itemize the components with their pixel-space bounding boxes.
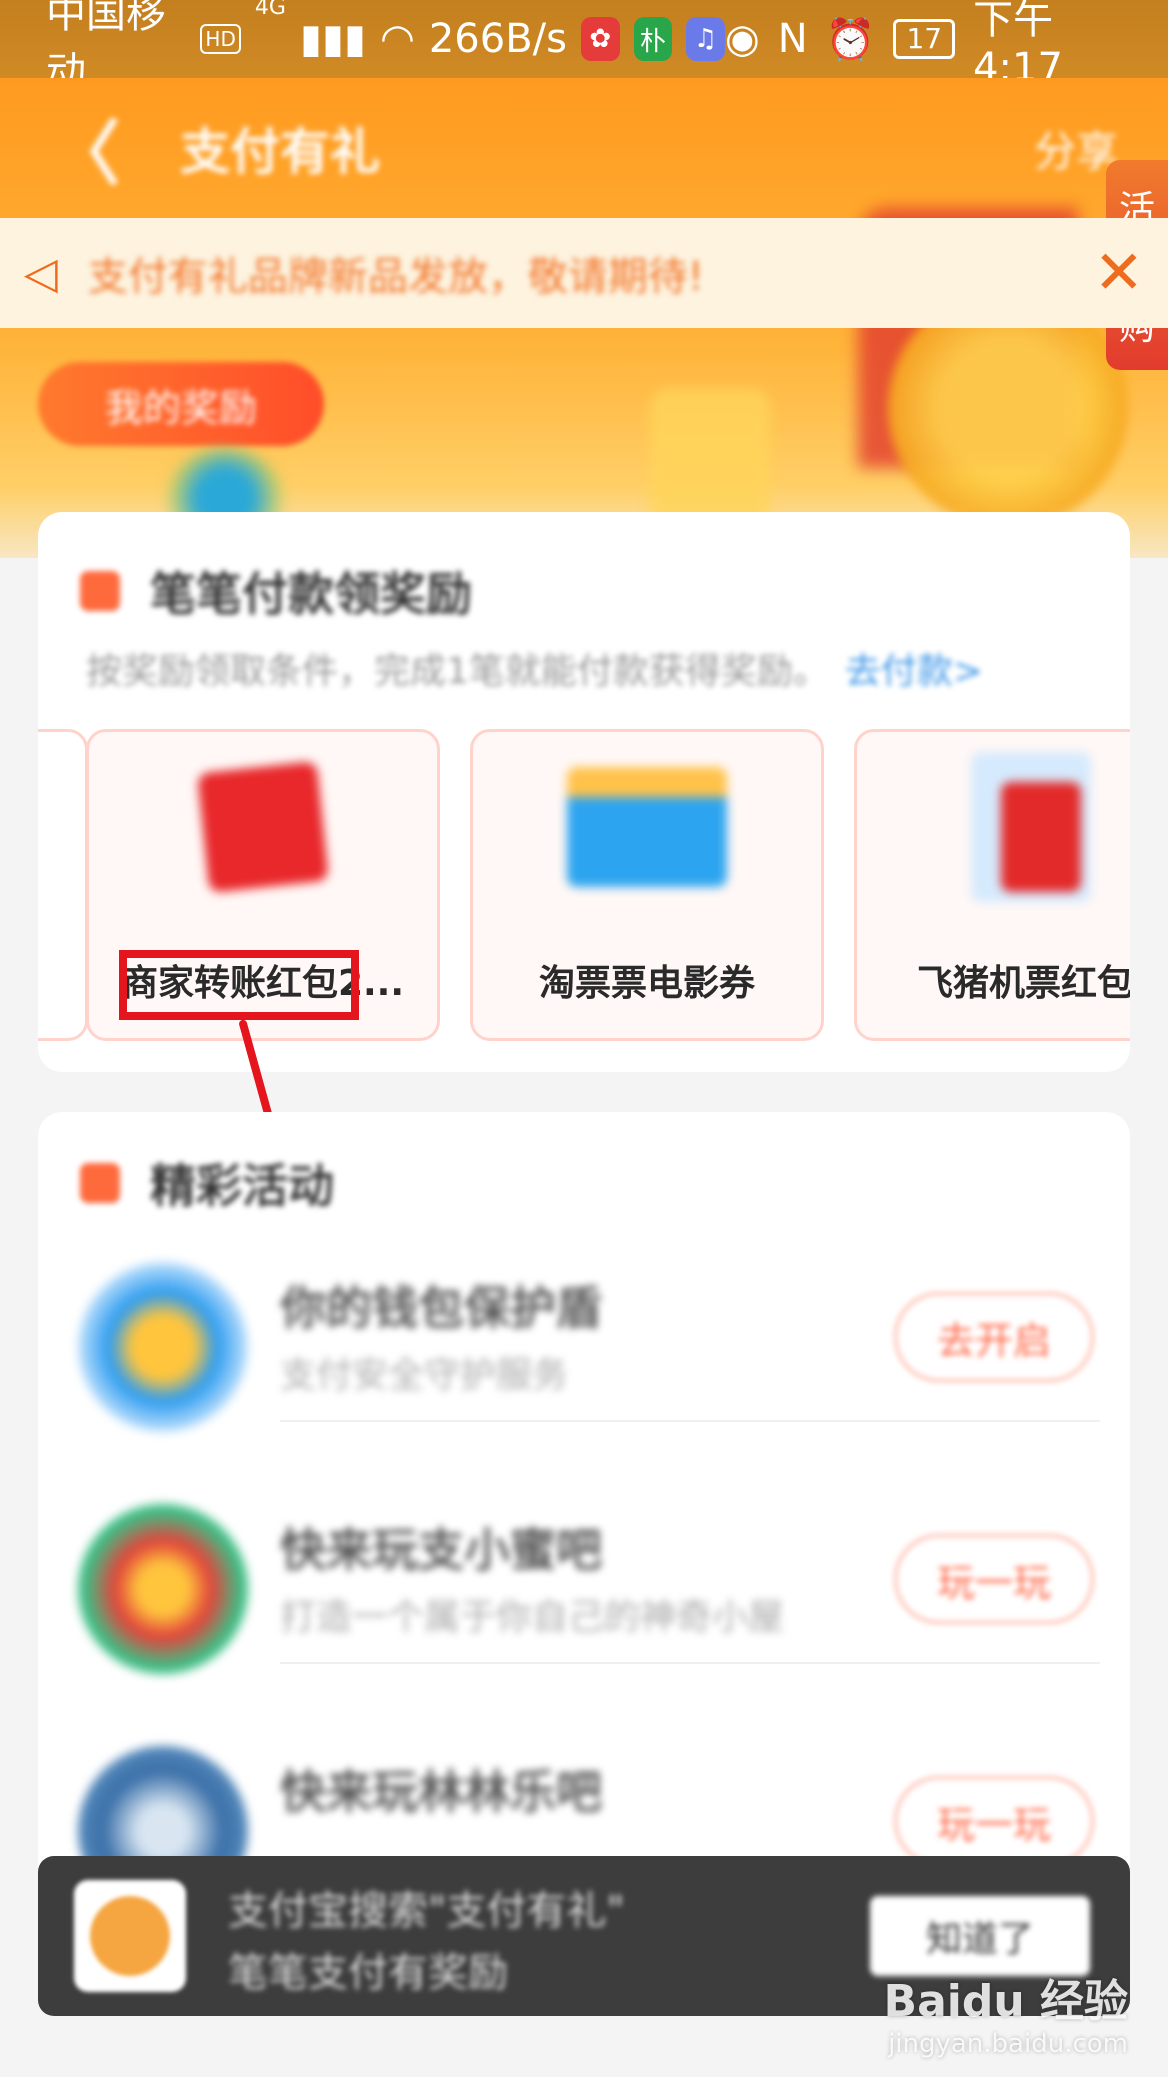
watermark: Baidu 经验 jingyan.baidu.com: [884, 1965, 1128, 2059]
share-button[interactable]: 分享: [1034, 118, 1118, 179]
reward-card-subtitle-text: 按奖励领取条件，完成1笔就能付款获得奖励。: [86, 651, 829, 692]
reward-card-title: 笔笔付款领奖励: [150, 567, 472, 621]
reward-item-label: 飞猪机票红包: [917, 963, 1130, 1004]
banner-cup-decoration: [650, 388, 770, 528]
toast-line-2: 笔笔支付有奖励: [228, 1950, 508, 1996]
toast-confirm-button[interactable]: 知道了: [870, 1896, 1090, 1976]
watermark-logo: Baidu 经验: [883, 1976, 1128, 2027]
activity-action-button[interactable]: 玩一玩: [894, 1534, 1094, 1624]
title-mark-icon: [80, 571, 120, 611]
nav-bar: 〈 支付有礼 分享: [0, 78, 1168, 218]
reward-card-header: 笔笔付款领奖励: [80, 558, 472, 624]
app-notification-icon: ✿: [580, 17, 620, 61]
alipay-gift-icon: [74, 1880, 186, 1992]
watermark-url: jingyan.baidu.com: [888, 2029, 1128, 2059]
annotation-highlight-box: [119, 950, 359, 1020]
activity-desc: 支付安全守护服务: [280, 1355, 569, 1396]
reward-item-label: 淘票票电影券: [538, 963, 755, 1004]
reward-card-subtitle: 按奖励领取条件，完成1笔就能付款获得奖励。 去付款>: [86, 642, 983, 694]
divider: [280, 1420, 1100, 1422]
reward-item[interactable]: 淘票票电影券: [470, 729, 824, 1041]
battery-indicator: 17: [893, 19, 956, 59]
alarm-icon: ⏰: [825, 16, 876, 63]
activity-card: 精彩活动 你的钱包保护盾 支付安全守护服务 去开启 快来玩支小蜜吧 打造一个属于…: [38, 1112, 1130, 1916]
activity-title: 你的钱包保护盾: [280, 1281, 602, 1335]
activity-card-header: 精彩活动: [80, 1150, 334, 1216]
eye-icon: ◉: [724, 16, 760, 62]
wifi-icon: ◠: [379, 16, 415, 62]
title-mark-icon: [80, 1163, 120, 1203]
activity-title: 快来玩支小蜜吧: [280, 1523, 602, 1577]
net-speed: 266B/s: [428, 16, 567, 62]
speaker-icon: ◁: [24, 247, 58, 299]
app-notification-icon: 朴: [633, 17, 673, 61]
divider: [280, 1662, 1100, 1664]
activity-action-button[interactable]: 玩一玩: [894, 1776, 1094, 1866]
wallet-shield-icon: [78, 1262, 248, 1432]
movie-ticket-box-icon: [473, 732, 821, 922]
red-envelope-icon: [89, 732, 437, 922]
reward-item-partial[interactable]: [38, 729, 88, 1041]
my-reward-button[interactable]: 我的奖励: [38, 362, 324, 446]
activity-row[interactable]: 快来玩支小蜜吧 打造一个属于你自己的神奇小屋 玩一玩: [38, 1464, 1130, 1674]
go-pay-link[interactable]: 去付款>: [845, 651, 983, 692]
flight-red-envelope-icon: [857, 732, 1130, 922]
nfc-icon: N: [777, 16, 808, 62]
reward-item[interactable]: 飞猪机票红包: [854, 729, 1130, 1041]
close-icon[interactable]: ✕: [1094, 238, 1144, 308]
activity-row[interactable]: 你的钱包保护盾 支付安全守护服务 去开启: [38, 1222, 1130, 1432]
toast-line-1: 支付宝搜索"支付有礼": [228, 1888, 625, 1934]
signal-icon: ▮▮▮: [299, 16, 366, 62]
page-title: 支付有礼: [180, 123, 380, 181]
back-icon[interactable]: 〈: [50, 98, 120, 199]
activity-title: 快来玩林林乐吧: [280, 1765, 602, 1819]
mini-house-icon: [78, 1504, 248, 1674]
notice-bar: ◁ 支付有礼品牌新品发放，敬请期待! ✕: [0, 218, 1168, 328]
activity-desc: 打造一个属于你自己的神奇小屋: [280, 1597, 785, 1638]
network-type: 4G: [254, 0, 286, 20]
music-app-icon: ♫: [686, 17, 725, 61]
hd-badge: HD: [200, 24, 241, 54]
activity-card-title: 精彩活动: [150, 1159, 334, 1213]
status-bar: 中国移动 HD 4G ▮▮▮ ◠ 266B/s ✿ 朴 ♫ ◉ N ⏰ 17 下…: [0, 0, 1168, 95]
activity-action-button[interactable]: 去开启: [894, 1292, 1094, 1382]
notice-text: 支付有礼品牌新品发放，敬请期待!: [87, 254, 704, 300]
